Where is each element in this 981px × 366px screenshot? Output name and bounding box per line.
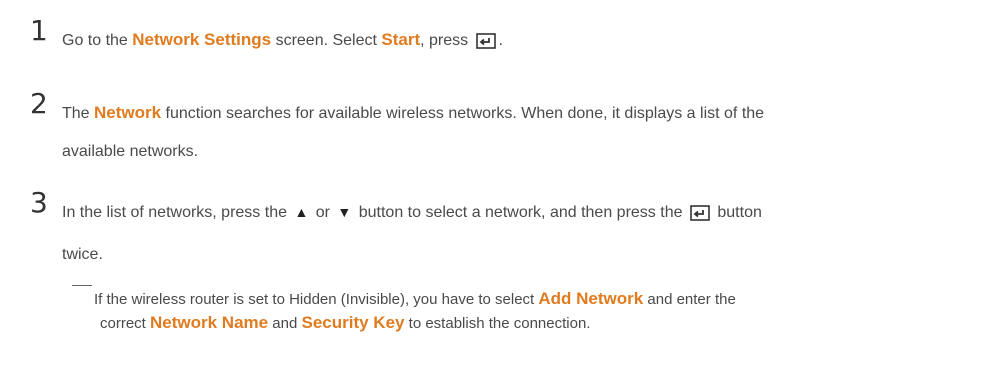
note-line-1: If the wireless router is set to Hidden …: [94, 289, 736, 308]
network-name-term: Network Name: [150, 313, 269, 332]
step-number: 3: [30, 186, 48, 219]
enter-icon: [475, 26, 496, 64]
up-triangle-icon: ▲: [294, 204, 309, 220]
step-number: 2: [30, 87, 48, 120]
step-text: The Network function searches for availa…: [62, 103, 765, 160]
step-number: 1: [30, 14, 48, 47]
note-dash-icon: [72, 285, 92, 298]
step-text: In the list of networks, press the ▲ or …: [62, 193, 971, 274]
note-line-2: correct Network Name and Security Key to…: [100, 313, 591, 332]
security-key-term: Security Key: [301, 313, 405, 332]
network-term: Network: [94, 103, 162, 122]
down-triangle-icon: ▼: [337, 204, 352, 220]
enter-icon: [690, 198, 710, 236]
start-term: Start: [381, 30, 421, 49]
network-settings-term: Network Settings: [132, 30, 272, 49]
add-network-term: Add Network: [538, 289, 644, 308]
step-text: Go to the Network Settings screen. Selec…: [62, 21, 971, 64]
